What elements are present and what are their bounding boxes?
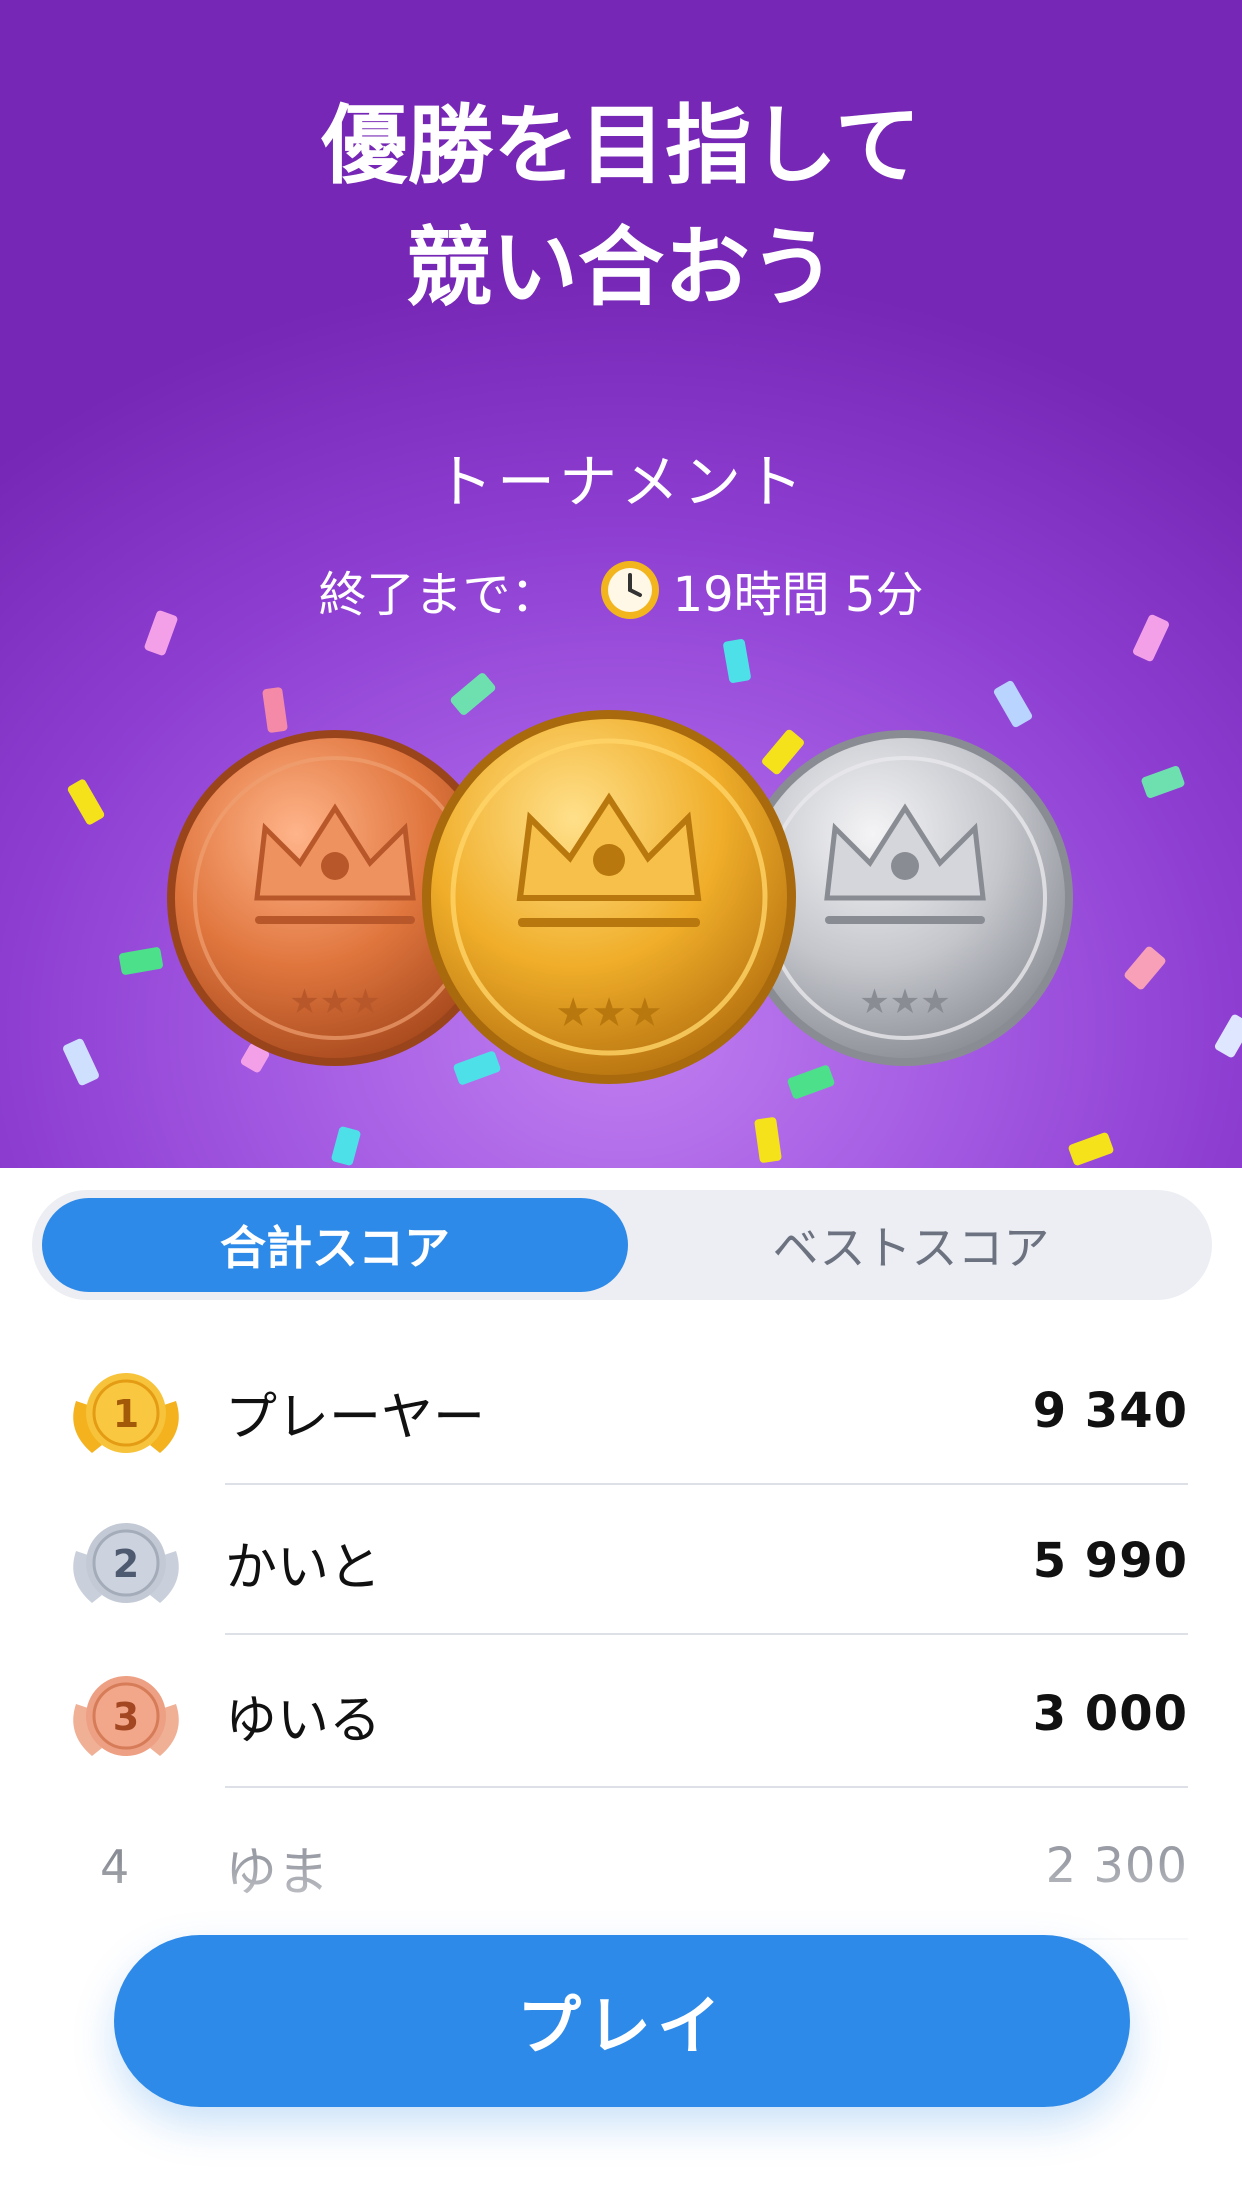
tab-best-score[interactable]: ベストスコア <box>618 1198 1204 1292</box>
svg-text:★★★: ★★★ <box>859 982 950 1022</box>
play-button[interactable]: プレイ <box>114 1935 1130 2107</box>
clock-icon <box>600 561 659 619</box>
confetti-piece <box>66 777 106 827</box>
tournament-title: トーナメント <box>434 448 807 516</box>
confetti-piece <box>1140 764 1186 800</box>
confetti-piece <box>1122 944 1168 992</box>
confetti-piece <box>1067 1131 1115 1167</box>
confetti-piece <box>118 946 164 976</box>
score-type-tabs: 合計スコア ベストスコア <box>32 1190 1212 1300</box>
silver-laurel-badge: 2 <box>73 1523 179 1603</box>
gold-laurel-badge: 1 <box>73 1373 179 1453</box>
bronze-laurel-badge: 3 <box>73 1676 179 1756</box>
player-name: プレーヤー <box>225 1388 486 1448</box>
confetti-piece <box>722 638 752 684</box>
player-name: かいと <box>225 1538 382 1598</box>
tournament-hero: 優勝を目指して 競い合おう トーナメント 終了まで： 19時間 5分 ★★★ ★… <box>0 0 1242 1168</box>
headline: 優勝を目指して 競い合おう <box>0 85 1242 329</box>
confetti-piece <box>992 679 1034 729</box>
leaderboard-row[interactable]: 1 プレーヤー 9 340 <box>0 1335 1242 1485</box>
leaderboard-row[interactable]: 2 かいと 5 990 <box>0 1485 1242 1635</box>
player-name: ゆいる <box>225 1691 382 1751</box>
player-score: 9 340 <box>1032 1383 1188 1439</box>
timer-value: 19時間 5分 <box>672 567 924 623</box>
confetti-piece <box>330 1125 362 1167</box>
headline-line-2: 競い合おう <box>406 218 836 318</box>
player-score: 3 000 <box>1032 1686 1188 1742</box>
confetti-piece <box>754 1116 782 1164</box>
row-divider <box>225 1633 1188 1635</box>
countdown-timer: 終了まで： 19時間 5分 <box>0 555 1242 625</box>
headline-line-1: 優勝を目指して <box>321 96 921 196</box>
rank-number: 3 <box>113 1695 139 1739</box>
svg-text:★★★: ★★★ <box>555 990 663 1036</box>
row-divider <box>225 1786 1188 1788</box>
confetti-piece <box>61 1037 101 1087</box>
player-score: 5 990 <box>1032 1533 1188 1589</box>
leaderboard-row[interactable]: 3 ゆいる 3 000 <box>0 1638 1242 1788</box>
gold-crown-medal: ★★★ <box>422 710 796 1084</box>
rank-number: 1 <box>113 1392 139 1436</box>
confetti-piece <box>262 686 288 734</box>
confetti-piece <box>1213 1013 1242 1059</box>
tab-total-score[interactable]: 合計スコア <box>42 1198 628 1292</box>
svg-text:★★★: ★★★ <box>289 982 380 1022</box>
rank-number: 2 <box>113 1542 139 1586</box>
timer-label: 終了まで： <box>318 567 559 623</box>
